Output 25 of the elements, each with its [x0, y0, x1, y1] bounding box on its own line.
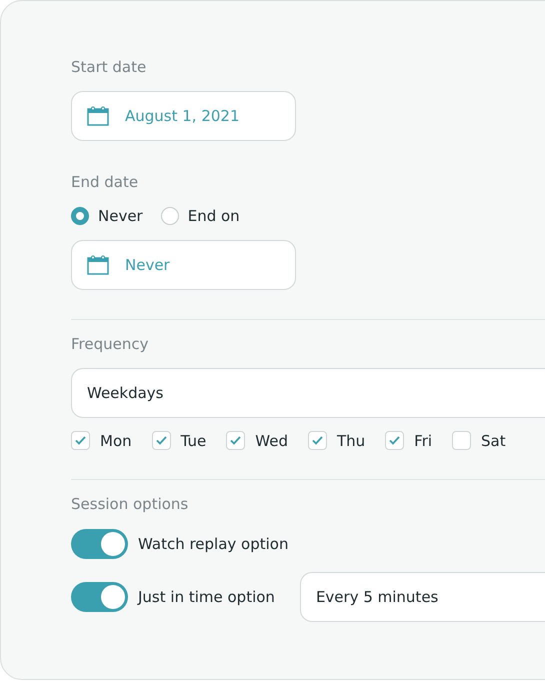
toggle-switch[interactable] [71, 582, 128, 612]
check-icon [312, 436, 323, 445]
check-icon [75, 436, 86, 445]
toggle-label: Watch replay option [138, 535, 288, 553]
check-icon [156, 436, 167, 445]
day-checkbox[interactable]: Wed [226, 431, 288, 450]
day-checkbox[interactable]: Sat [452, 431, 506, 450]
check-icon [389, 436, 400, 445]
check-icon [230, 436, 242, 445]
field-label: Session options [71, 494, 190, 515]
calendar-icon [87, 255, 109, 275]
frequency-select[interactable]: Weekdays [71, 368, 545, 418]
radio-option[interactable]: Never [71, 207, 143, 225]
day-checkbox[interactable]: Mon [71, 431, 132, 450]
day-checkbox[interactable]: Fri [385, 431, 432, 450]
toggle-label: Just in time option [138, 588, 275, 606]
field-label: End date [71, 172, 140, 193]
toggle-switch[interactable] [71, 529, 128, 559]
calendar-icon [87, 106, 109, 126]
interval-select[interactable]: Every 5 minutes [300, 572, 545, 622]
field-label: Frequency [71, 334, 150, 355]
field-label: Start date [71, 57, 148, 78]
day-checkbox[interactable]: Thu [308, 431, 366, 450]
radio-option[interactable]: End on [160, 207, 240, 225]
day-checkbox[interactable]: Tue [152, 431, 206, 450]
